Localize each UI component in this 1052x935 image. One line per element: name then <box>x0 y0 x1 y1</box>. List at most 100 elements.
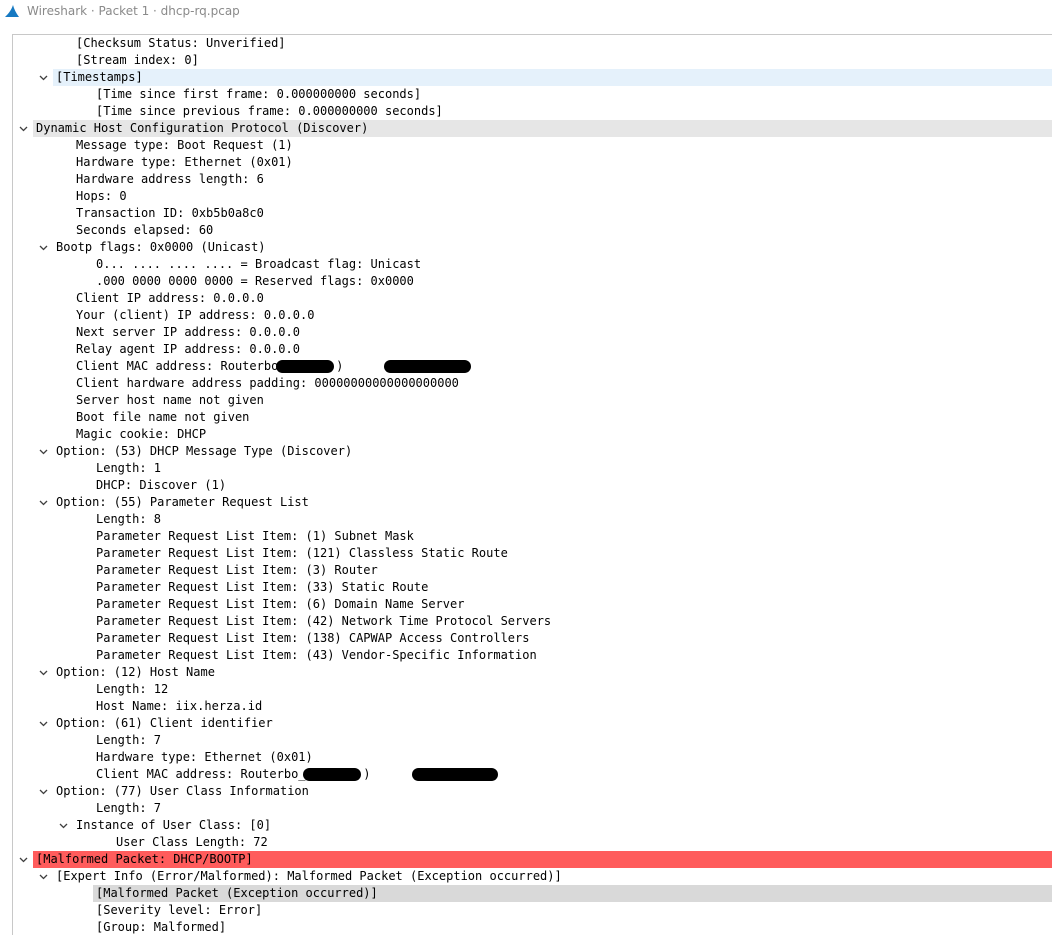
tree-row-label: [Time since previous frame: 0.000000000 … <box>96 104 443 118</box>
tree-row-label: Option: (53) DHCP Message Type (Discover… <box>56 444 353 458</box>
tree-row[interactable]: [Time since first frame: 0.000000000 sec… <box>13 86 1052 103</box>
chevron-down-icon[interactable] <box>37 69 49 86</box>
chevron-down-icon[interactable] <box>37 715 49 732</box>
tree-row[interactable]: Parameter Request List Item: (33) Static… <box>13 579 1052 596</box>
packet-details-window: Wireshark · Packet 1 · dhcp-rq.pcap [Che… <box>0 0 1052 935</box>
tree-row[interactable]: Hardware type: Ethernet (0x01) <box>13 154 1052 171</box>
tree-row-label: .000 0000 0000 0000 = Reserved flags: 0x… <box>96 274 414 288</box>
tree-row[interactable]: Parameter Request List Item: (6) Domain … <box>13 596 1052 613</box>
tree-row[interactable]: Hardware type: Ethernet (0x01) <box>13 749 1052 766</box>
tree-row-label: Parameter Request List Item: (6) Domain … <box>96 597 465 611</box>
tree-row-label: [Expert Info (Error/Malformed): Malforme… <box>56 869 562 883</box>
tree-row[interactable]: Hops: 0 <box>13 188 1052 205</box>
chevron-down-icon[interactable] <box>37 443 49 460</box>
tree-row[interactable]: Your (client) IP address: 0.0.0.0 <box>13 307 1052 324</box>
tree-row-label: Boot file name not given <box>76 410 250 424</box>
tree-row[interactable]: Parameter Request List Item: (138) CAPWA… <box>13 630 1052 647</box>
tree-row-label: Parameter Request List Item: (121) Class… <box>96 546 508 560</box>
tree-row[interactable]: [Expert Info (Error/Malformed): Malforme… <box>13 868 1052 885</box>
tree-row[interactable]: Parameter Request List Item: (1) Subnet … <box>13 528 1052 545</box>
tree-row[interactable]: Option: (12) Host Name <box>13 664 1052 681</box>
tree-row[interactable]: [Malformed Packet (Exception occurred)] <box>13 885 1052 902</box>
tree-row-label: Transaction ID: 0xb5b0a8c0 <box>76 206 264 220</box>
tree-row[interactable]: Length: 7 <box>13 732 1052 749</box>
tree-row-label: Seconds elapsed: 60 <box>76 223 214 237</box>
tree-row-label: Length: 1 <box>96 461 162 475</box>
tree-row[interactable]: Relay agent IP address: 0.0.0.0 <box>13 341 1052 358</box>
tree-row[interactable]: Client MAC address: Routerbo (64:d1 ) <box>13 358 1052 375</box>
redaction-mark <box>411 768 499 781</box>
tree-row-label: Hardware type: Ethernet (0x01) <box>76 155 293 169</box>
tree-row[interactable]: Bootp flags: 0x0000 (Unicast) <box>13 239 1052 256</box>
tree-row[interactable]: Server host name not given <box>13 392 1052 409</box>
tree-row[interactable]: Length: 7 <box>13 800 1052 817</box>
tree-row-label: DHCP: Discover (1) <box>96 478 227 492</box>
tree-row[interactable]: Parameter Request List Item: (3) Router <box>13 562 1052 579</box>
tree-row[interactable]: Transaction ID: 0xb5b0a8c0 <box>13 205 1052 222</box>
tree-row-label: 0... .... .... .... = Broadcast flag: Un… <box>96 257 422 271</box>
tree-row-label: Option: (12) Host Name <box>56 665 215 679</box>
tree-row[interactable]: Option: (77) User Class Information <box>13 783 1052 800</box>
tree-row-label: Relay agent IP address: 0.0.0.0 <box>76 342 300 356</box>
tree-row[interactable]: Option: (53) DHCP Message Type (Discover… <box>13 443 1052 460</box>
tree-row[interactable]: Length: 8 <box>13 511 1052 528</box>
redaction-mark <box>384 360 472 373</box>
tree-row[interactable]: Length: 12 <box>13 681 1052 698</box>
chevron-down-icon[interactable] <box>37 494 49 511</box>
redaction-mark <box>276 360 334 373</box>
tree-row[interactable]: Magic cookie: DHCP <box>13 426 1052 443</box>
tree-row-label: Client IP address: 0.0.0.0 <box>76 291 264 305</box>
window-title: Wireshark · Packet 1 · dhcp-rq.pcap <box>27 4 240 18</box>
chevron-down-icon[interactable] <box>17 851 29 868</box>
tree-row[interactable]: Client MAC address: Routerbo_ (64:d1 ) <box>13 766 1052 783</box>
tree-row-label: [Stream index: 0] <box>76 53 199 67</box>
tree-row[interactable]: Client hardware address padding: 0000000… <box>13 375 1052 392</box>
tree-row-label: Length: 7 <box>96 801 162 815</box>
tree-row-label: Dynamic Host Configuration Protocol (Dis… <box>36 121 369 135</box>
tree-row-label: Length: 7 <box>96 733 162 747</box>
tree-row[interactable]: [Time since previous frame: 0.000000000 … <box>13 103 1052 120</box>
tree-row[interactable]: .000 0000 0000 0000 = Reserved flags: 0x… <box>13 273 1052 290</box>
tree-row[interactable]: Parameter Request List Item: (42) Networ… <box>13 613 1052 630</box>
tree-row[interactable]: Length: 1 <box>13 460 1052 477</box>
tree-row[interactable]: 0... .... .... .... = Broadcast flag: Un… <box>13 256 1052 273</box>
tree-row[interactable]: Hardware address length: 6 <box>13 171 1052 188</box>
tree-row-label: User Class Length: 72 <box>116 835 268 849</box>
tree-row[interactable]: Next server IP address: 0.0.0.0 <box>13 324 1052 341</box>
tree-row[interactable]: Host Name: iix.herza.id <box>13 698 1052 715</box>
tree-row[interactable]: Option: (61) Client identifier <box>13 715 1052 732</box>
tree-row-label: Instance of User Class: [0] <box>76 818 272 832</box>
tree-row[interactable]: [Severity level: Error] <box>13 902 1052 919</box>
tree-row-label: Parameter Request List Item: (1) Subnet … <box>96 529 414 543</box>
chevron-down-icon[interactable] <box>37 783 49 800</box>
tree-row[interactable]: User Class Length: 72 <box>13 834 1052 851</box>
packet-detail-tree[interactable]: [Checksum Status: Unverified] [Stream ind… <box>12 34 1052 935</box>
chevron-down-icon[interactable] <box>37 239 49 256</box>
chevron-down-icon[interactable] <box>57 817 69 834</box>
tree-row[interactable]: Instance of User Class: [0] <box>13 817 1052 834</box>
tree-row[interactable]: Option: (55) Parameter Request List <box>13 494 1052 511</box>
chevron-down-icon[interactable] <box>37 664 49 681</box>
tree-row[interactable]: [Timestamps] <box>13 69 1052 86</box>
tree-row[interactable]: Parameter Request List Item: (43) Vendor… <box>13 647 1052 664</box>
tree-row[interactable]: Message type: Boot Request (1) <box>13 137 1052 154</box>
tree-row-label: Parameter Request List Item: (43) Vendor… <box>96 648 537 662</box>
chevron-down-icon[interactable] <box>17 120 29 137</box>
tree-row[interactable]: Boot file name not given <box>13 409 1052 426</box>
title-bar: Wireshark · Packet 1 · dhcp-rq.pcap <box>0 0 1052 22</box>
tree-row[interactable]: Dynamic Host Configuration Protocol (Dis… <box>13 120 1052 137</box>
tree-row[interactable]: Client IP address: 0.0.0.0 <box>13 290 1052 307</box>
tree-row[interactable]: [Malformed Packet: DHCP/BOOTP] <box>13 851 1052 868</box>
tree-row-label: Option: (77) User Class Information <box>56 784 309 798</box>
tree-row[interactable]: [Stream index: 0] <box>13 52 1052 69</box>
tree-row-label: [Group: Malformed] <box>96 920 227 934</box>
tree-row[interactable]: Parameter Request List Item: (121) Class… <box>13 545 1052 562</box>
tree-row-label: Magic cookie: DHCP <box>76 427 207 441</box>
chevron-down-icon[interactable] <box>37 868 49 885</box>
tree-row-label: [Malformed Packet: DHCP/BOOTP] <box>36 852 253 866</box>
tree-row-label: Server host name not given <box>76 393 264 407</box>
tree-row[interactable]: Seconds elapsed: 60 <box>13 222 1052 239</box>
tree-row[interactable]: DHCP: Discover (1) <box>13 477 1052 494</box>
tree-row[interactable]: [Group: Malformed] <box>13 919 1052 935</box>
tree-row[interactable]: [Checksum Status: Unverified] <box>13 35 1052 52</box>
